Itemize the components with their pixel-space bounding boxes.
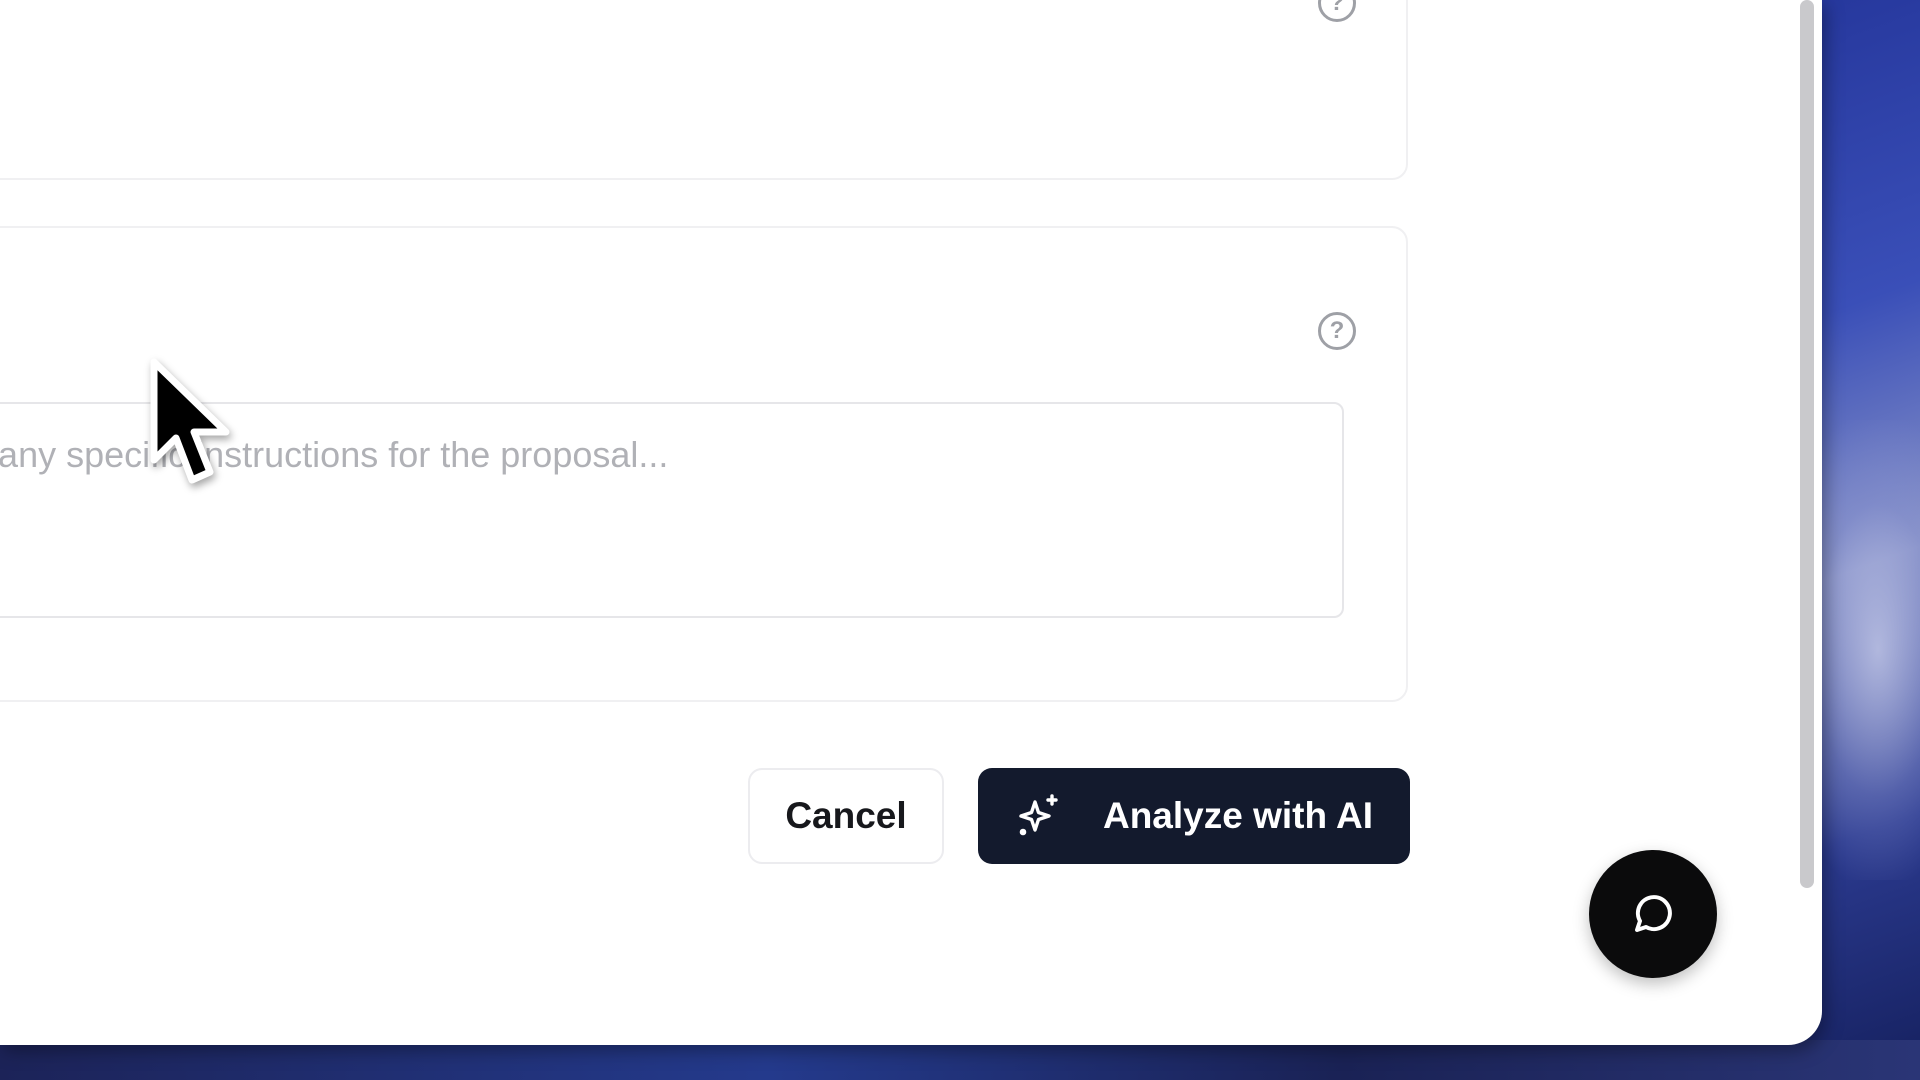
app-window: ? ? Cancel Analyze with AI — [0, 0, 1822, 1045]
analyze-with-ai-button[interactable]: Analyze with AI — [978, 768, 1410, 864]
help-icon[interactable]: ? — [1318, 312, 1356, 350]
help-icon[interactable]: ? — [1318, 0, 1356, 22]
analyze-button-label: Analyze with AI — [1102, 795, 1373, 836]
message-circle-icon — [1635, 895, 1672, 932]
form-card-previous: ? — [0, 0, 1408, 180]
sparkles-icon — [1019, 794, 1058, 836]
cancel-button[interactable]: Cancel — [748, 768, 944, 864]
desktop-wallpaper-bottom — [0, 1040, 1920, 1080]
scrollbar-thumb[interactable] — [1800, 0, 1814, 888]
chat-launcher-button[interactable] — [1589, 850, 1717, 978]
form-card-instructions: ? — [0, 226, 1408, 702]
cancel-button-label: Cancel — [785, 795, 907, 836]
window-scrollbar[interactable] — [1796, 0, 1818, 900]
instructions-textarea[interactable] — [0, 402, 1344, 618]
